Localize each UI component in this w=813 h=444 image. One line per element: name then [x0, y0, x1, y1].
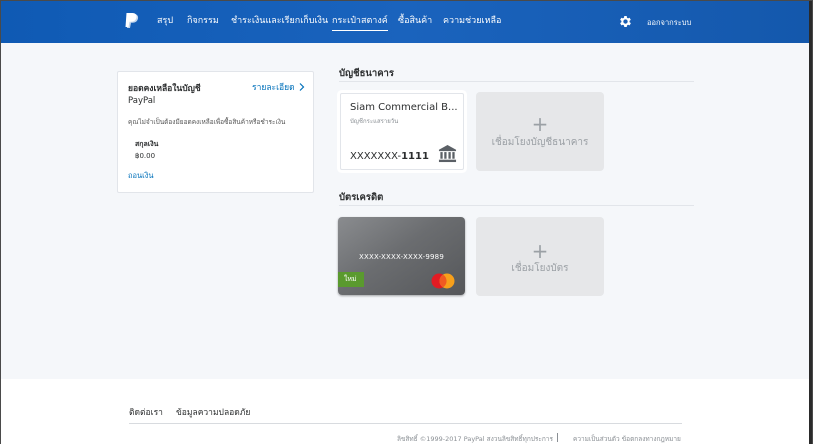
bank-account-type: บัญชีกระแสรายวัน: [350, 118, 399, 125]
chevron-right-icon: [299, 83, 305, 91]
plus-icon: +: [531, 239, 549, 263]
account-last-digits: 1111: [401, 151, 429, 162]
footer-divider: [129, 423, 682, 424]
nav-send-request[interactable]: ชำระเงินและเรียกเก็บเงิน: [231, 15, 328, 27]
footer-contact-link[interactable]: ติดต่อเรา: [129, 405, 163, 419]
card-section-divider: [339, 205, 694, 206]
new-badge: ใหม่: [338, 272, 364, 287]
balance-note: คุณไม่จำเป็นต้องมียอดคงเหลือเพื่อซื้อสิน…: [128, 118, 286, 126]
withdraw-link[interactable]: ถอนเงิน: [128, 170, 154, 182]
currency-label: สกุลเงิน: [135, 140, 159, 148]
link-card-button[interactable]: + เชื่อมโยงบัตร: [476, 217, 604, 296]
card-number: XXXX-XXXX-XXXX-9989: [359, 253, 444, 261]
nav-activity[interactable]: กิจกรรม: [187, 15, 219, 27]
app-window: สรุป กิจกรรม ชำระเงินและเรียกเก็บเงิน กร…: [0, 0, 813, 444]
bank-account-card[interactable]: Siam Commercial B... บัญชีกระแสรายวัน XX…: [340, 93, 464, 170]
bank-section-title: บัญชีธนาคาร: [339, 68, 394, 79]
balance-account-name: PayPal: [128, 96, 156, 106]
details-label: รายละเอียด: [252, 83, 295, 93]
nav-wallet[interactable]: กระเป๋าสตางค์: [332, 15, 388, 31]
footer-security-link[interactable]: ข้อมูลความปลอดภัย: [176, 405, 250, 419]
footer-copyright: ลิขสิทธิ์ ©1999-2017 PayPal สงวนลิขสิทธิ…: [397, 435, 553, 443]
credit-card[interactable]: XXXX-XXXX-XXXX-9989 ใหม่: [338, 217, 465, 295]
plus-icon: +: [531, 112, 549, 136]
mastercard-logo-icon: [431, 273, 455, 289]
footer-legal-links[interactable]: ความเป็นส่วนตัว ข้อตกลงทางกฎหมาย: [573, 434, 681, 444]
card-section-title: บัตรเครดิต: [339, 192, 384, 203]
nav-shopping[interactable]: ซื้อสินค้า: [398, 15, 432, 27]
balance-title: ยอดคงเหลือในบัญชี: [128, 84, 201, 94]
currency-value: ฿0.00: [135, 152, 156, 160]
bank-account-number: XXXXXXX-1111: [350, 151, 429, 162]
balance-card: ยอดคงเหลือในบัญชี รายละเอียด PayPal คุณไ…: [117, 71, 314, 193]
nav-help[interactable]: ความช่วยเหลือ: [443, 15, 501, 27]
account-mask: XXXXXXX-: [350, 151, 402, 162]
logout-link[interactable]: ออกจากระบบ: [647, 17, 691, 29]
link-bank-button[interactable]: + เชื่อมโยงบัญชีธนาคาร: [476, 92, 604, 171]
paypal-logo-icon[interactable]: [125, 13, 139, 31]
window-scrollbar[interactable]: [809, 1, 812, 444]
bank-building-icon: [438, 144, 457, 163]
bank-name: Siam Commercial B...: [350, 102, 458, 113]
top-navigation-bar: สรุป กิจกรรม ชำระเงินและเรียกเก็บเงิน กร…: [1, 1, 812, 43]
page-footer: ติดต่อเรา ข้อมูลความปลอดภัย ลิขสิทธิ์ ©1…: [1, 379, 812, 444]
link-bank-label: เชื่อมโยงบัญชีธนาคาร: [491, 137, 589, 148]
gear-icon[interactable]: [618, 14, 633, 29]
bank-section-divider: [339, 81, 694, 82]
nav-summary[interactable]: สรุป: [157, 15, 173, 27]
footer-separator: [557, 433, 558, 442]
balance-details-link[interactable]: รายละเอียด: [252, 80, 305, 94]
link-card-label: เชื่อมโยงบัตร: [511, 263, 569, 274]
